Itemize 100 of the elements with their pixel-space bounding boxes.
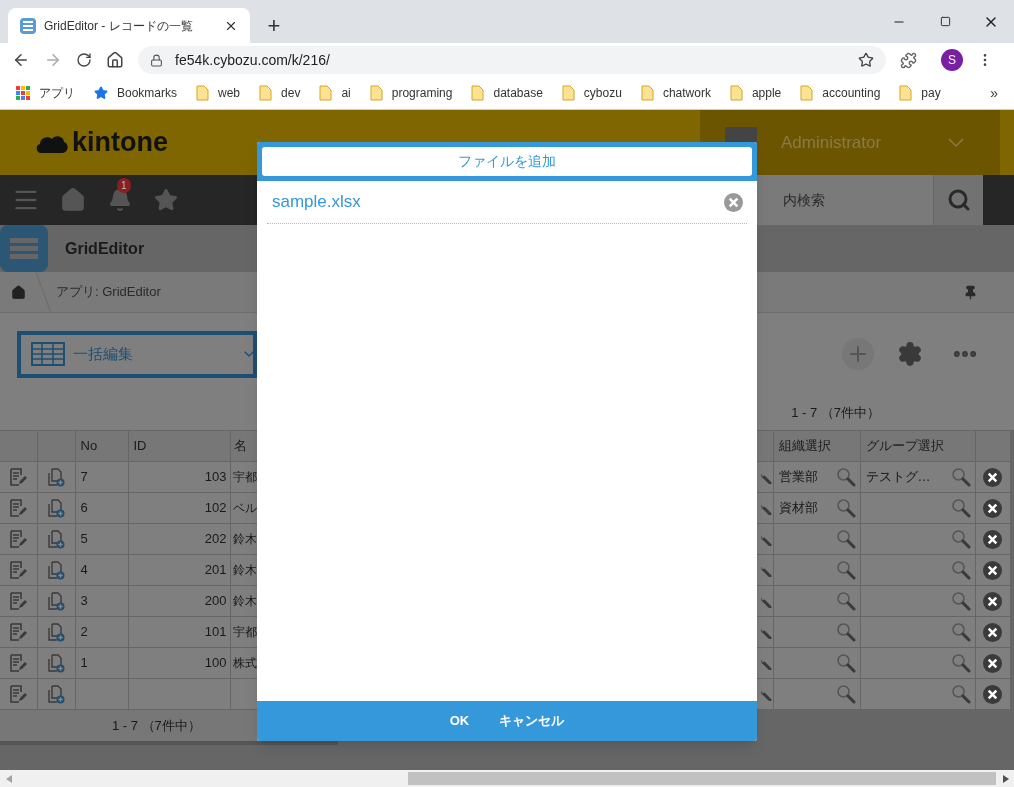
view-name: 一括編集 [73, 343, 133, 364]
bookmark-item[interactable]: chatwork [640, 84, 711, 102]
lookup-icon[interactable] [950, 498, 971, 518]
bookmark-label: dev [281, 85, 301, 102]
lookup-icon[interactable] [835, 498, 856, 518]
star-icon[interactable] [154, 188, 178, 212]
delete-row-icon[interactable] [983, 498, 1002, 518]
delete-row-icon[interactable] [983, 653, 1002, 673]
address-bar[interactable]: fe54k.cybozu.com/k/216/ [138, 46, 886, 74]
edit-record-icon[interactable] [9, 654, 28, 672]
copy-record-icon[interactable] [47, 467, 65, 487]
delete-row-icon[interactable] [983, 622, 1002, 642]
delete-row-icon[interactable] [983, 467, 1002, 487]
bookmark-label: database [493, 85, 543, 102]
table-cell-text: テストグ… [865, 468, 932, 487]
edit-record-icon[interactable] [9, 530, 28, 548]
home-icon[interactable] [106, 51, 124, 69]
add-record-button[interactable] [842, 338, 874, 370]
bookmark-star-icon[interactable] [858, 52, 874, 68]
column-header: グループ選択 [860, 430, 975, 462]
lookup-icon[interactable] [835, 591, 856, 611]
bookmark-item[interactable]: web [196, 84, 241, 102]
lock-icon [150, 53, 163, 67]
bookmark-item[interactable]: dev [259, 84, 301, 102]
bell-icon[interactable] [108, 188, 132, 212]
table-cell: 1 [75, 647, 128, 679]
folder-icon [640, 85, 654, 101]
column-header: No [75, 430, 128, 462]
lookup-icon[interactable] [835, 622, 856, 642]
lookup-icon[interactable] [950, 622, 971, 642]
copy-record-icon[interactable] [47, 498, 65, 518]
edit-record-icon[interactable] [9, 685, 28, 703]
table-cell-text: 資材部 [778, 499, 819, 518]
table-cell: 6 [75, 492, 128, 524]
lookup-icon[interactable] [950, 560, 971, 580]
extension-icon[interactable] [900, 51, 917, 69]
url-text: fe54k.cybozu.com/k/216/ [175, 50, 331, 70]
edit-record-icon[interactable] [9, 499, 28, 517]
search-button[interactable] [933, 175, 983, 225]
pin-icon[interactable] [963, 284, 978, 300]
bookmark-item[interactable]: ai [319, 84, 351, 102]
bookmark-item[interactable]: アプリ [16, 84, 75, 102]
edit-record-icon[interactable] [9, 592, 28, 610]
profile-avatar[interactable]: S [941, 49, 963, 71]
table-cell: 7 [75, 461, 128, 493]
bookmark-label: web [218, 85, 241, 102]
copy-record-icon[interactable] [47, 560, 65, 580]
notification-badge: 1 [117, 178, 131, 193]
table-cell: 102 [128, 492, 230, 524]
lookup-icon[interactable] [835, 684, 856, 704]
bookmark-label: programing [391, 85, 453, 102]
scrollbar-thumb[interactable] [408, 772, 996, 785]
table-icon [31, 342, 65, 366]
bookmark-item[interactable]: apple [729, 84, 782, 102]
more-bookmarks[interactable]: » [990, 82, 998, 104]
table-cell: 101 [128, 616, 230, 648]
edit-record-icon[interactable] [9, 468, 28, 486]
bookmark-item[interactable]: accounting [800, 84, 881, 102]
bookmark-item[interactable]: cybozu [561, 84, 622, 102]
back-icon[interactable] [12, 51, 30, 69]
table-cell: 200 [128, 585, 230, 617]
tab-title: GridEditor - レコードの一覧 [44, 17, 194, 35]
lookup-icon[interactable] [950, 653, 971, 673]
delete-row-icon[interactable] [983, 529, 1002, 549]
bookmark-item[interactable]: Bookmarks [94, 84, 178, 102]
copy-record-icon[interactable] [47, 622, 65, 642]
edit-record-icon[interactable] [9, 561, 28, 579]
delete-row-icon[interactable] [983, 560, 1002, 580]
star-icon [94, 86, 108, 100]
bookmark-item[interactable]: programing [369, 84, 453, 102]
copy-record-icon[interactable] [47, 684, 65, 704]
folder-icon [196, 85, 210, 101]
new-tab-button[interactable]: + [262, 13, 286, 39]
delete-row-icon[interactable] [983, 684, 1002, 704]
copy-record-icon[interactable] [47, 591, 65, 611]
bookmark-item[interactable]: pay [899, 84, 941, 102]
bookmark-label: chatwork [662, 85, 711, 102]
lookup-icon[interactable] [950, 529, 971, 549]
copy-record-icon[interactable] [47, 653, 65, 673]
settings-icon[interactable] [897, 341, 923, 367]
delete-row-icon[interactable] [983, 591, 1002, 611]
folder-icon [369, 85, 383, 101]
lookup-icon[interactable] [835, 529, 856, 549]
lookup-icon[interactable] [950, 684, 971, 704]
bookmark-item[interactable]: database [471, 84, 543, 102]
forward-icon[interactable] [44, 51, 62, 69]
browser-tab[interactable]: GridEditor - レコードの一覧 [8, 8, 250, 43]
lookup-icon[interactable] [950, 591, 971, 611]
home-icon[interactable] [11, 284, 26, 300]
bookmark-label: アプリ [39, 85, 75, 102]
remove-file-icon[interactable] [724, 192, 743, 212]
reload-icon[interactable] [76, 52, 92, 68]
edit-record-icon[interactable] [9, 623, 28, 641]
folder-icon [800, 85, 814, 101]
lookup-icon[interactable] [835, 653, 856, 673]
table-cell-text: 営業部 [778, 468, 819, 487]
lookup-icon[interactable] [835, 560, 856, 580]
copy-record-icon[interactable] [47, 529, 65, 549]
lookup-icon[interactable] [950, 467, 971, 487]
lookup-icon[interactable] [835, 467, 856, 487]
